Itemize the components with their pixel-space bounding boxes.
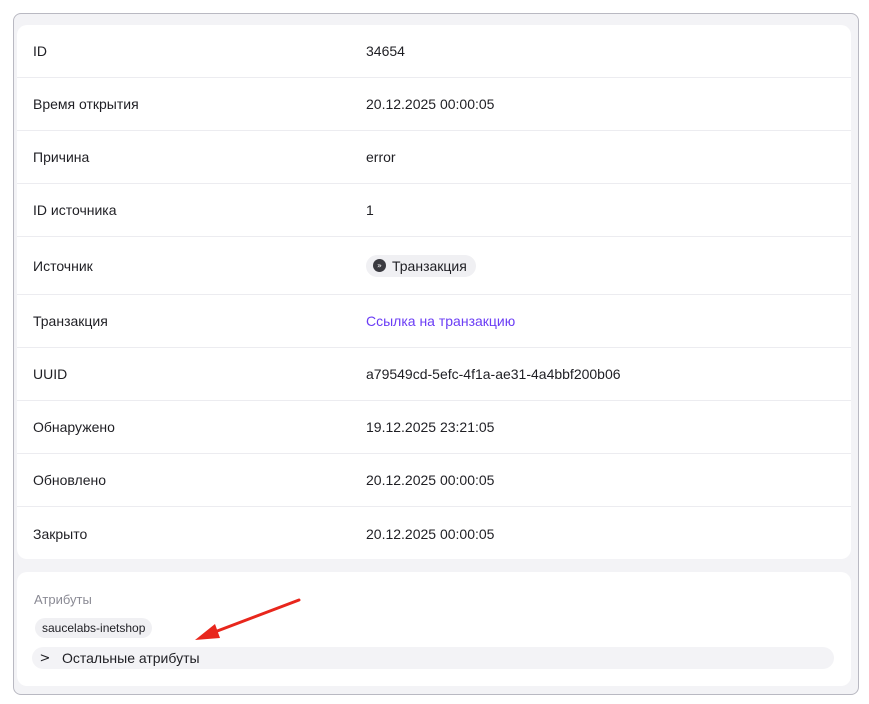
row-source: Источник » Транзакция: [17, 237, 851, 295]
row-label: Обновлено: [33, 472, 107, 488]
chevrons-right-icon: »: [373, 259, 386, 272]
row-value: 34654: [366, 43, 405, 59]
attributes-card: Атрибуты saucelabs-inetshop > Остальные …: [17, 572, 851, 686]
chevron-right-icon: >: [39, 650, 51, 666]
row-closed: Закрыто 20.12.2025 00:00:05: [17, 507, 851, 559]
row-value: 1: [366, 202, 374, 218]
attribute-tag[interactable]: saucelabs-inetshop: [35, 618, 153, 638]
other-attributes-expander[interactable]: > Остальные атрибуты: [32, 647, 834, 669]
row-label: Время открытия: [33, 96, 139, 112]
row-uuid: UUID a79549cd-5efc-4f1a-ae31-4a4bbf200b0…: [17, 348, 851, 401]
row-label: UUID: [33, 366, 68, 382]
row-value: 20.12.2025 00:00:05: [366, 472, 495, 488]
row-label: Обнаружено: [33, 419, 115, 435]
row-id: ID 34654: [17, 25, 851, 78]
row-source-id: ID источника 1: [17, 184, 851, 237]
source-chip-label: Транзакция: [392, 257, 467, 274]
details-card: ID 34654 Время открытия 20.12.2025 00:00…: [17, 25, 851, 559]
row-value: error: [366, 149, 396, 165]
attributes-title: Атрибуты: [34, 592, 92, 607]
row-open-time: Время открытия 20.12.2025 00:00:05: [17, 78, 851, 131]
row-reason: Причина error: [17, 131, 851, 184]
source-chip[interactable]: » Транзакция: [366, 254, 476, 277]
row-value: 19.12.2025 23:21:05: [366, 419, 495, 435]
row-updated: Обновлено 20.12.2025 00:00:05: [17, 454, 851, 507]
row-label: ID: [33, 43, 47, 59]
row-value: 20.12.2025 00:00:05: [366, 525, 495, 542]
row-transaction: Транзакция Ссылка на транзакцию: [17, 295, 851, 348]
row-value: » Транзакция: [366, 254, 476, 277]
row-label: Причина: [33, 149, 90, 165]
expander-label: Остальные атрибуты: [62, 650, 200, 666]
transaction-link[interactable]: Ссылка на транзакцию: [366, 313, 515, 329]
row-value: a79549cd-5efc-4f1a-ae31-4a4bbf200b06: [366, 366, 621, 382]
row-label: Транзакция: [33, 313, 108, 329]
row-value: 20.12.2025 00:00:05: [366, 96, 495, 112]
incident-details-panel: ID 34654 Время открытия 20.12.2025 00:00…: [13, 13, 859, 695]
row-label: ID источника: [33, 202, 117, 218]
row-detected: Обнаружено 19.12.2025 23:21:05: [17, 401, 851, 454]
row-label: Источник: [33, 257, 93, 274]
row-label: Закрыто: [33, 525, 88, 542]
